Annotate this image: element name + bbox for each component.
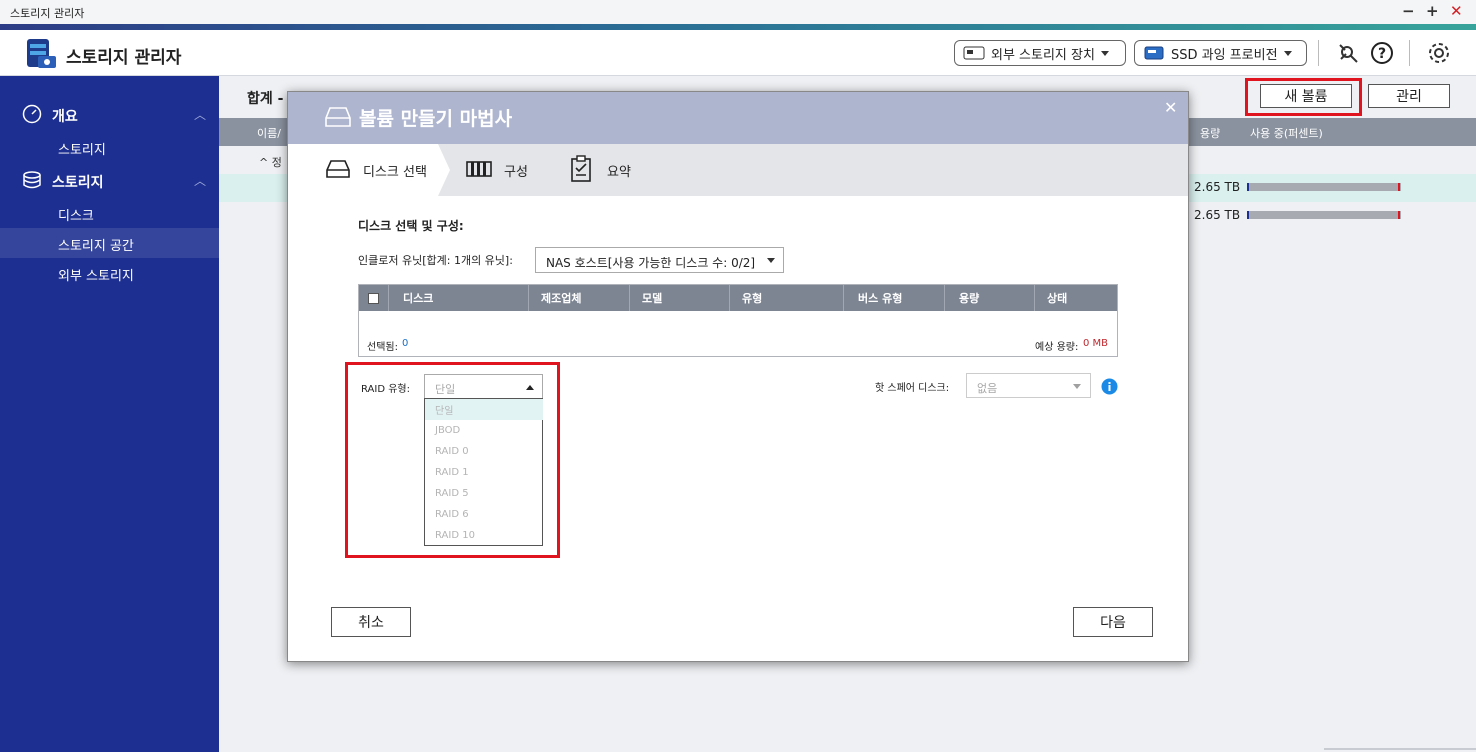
chevron-down-icon [1283, 50, 1292, 56]
col-bus-type[interactable]: 버스 유형 [844, 285, 945, 311]
col-capacity[interactable]: 용량 [945, 285, 1035, 311]
help-icon[interactable]: ? [1370, 41, 1394, 65]
chevron-down-icon [767, 258, 775, 263]
cancel-button[interactable]: 취소 [331, 607, 411, 637]
highlight-box [1245, 78, 1362, 116]
maximize-icon[interactable]: + [1426, 2, 1439, 20]
select-all-checkbox[interactable] [368, 292, 379, 304]
clipboard-icon [571, 155, 591, 182]
sidebar-item-external-storage[interactable]: 외부 스토리지 [58, 265, 134, 284]
usage-marker [1398, 211, 1400, 219]
app-title: 스토리지 관리자 [66, 48, 182, 68]
step-label: 디스크 선택 [363, 165, 427, 180]
sidebar-section-overview[interactable]: 개요 [52, 106, 78, 126]
selected-count: 0 [402, 338, 409, 349]
close-icon[interactable]: ✕ [1164, 98, 1177, 117]
step-label: 구성 [504, 165, 528, 180]
col-model[interactable]: 모델 [630, 285, 730, 311]
chevron-down-icon [1100, 50, 1109, 56]
group-label: 정 [271, 156, 282, 169]
create-volume-wizard: 볼륨 만들기 마법사 ✕ 디스크 선택 구성 요약 디스크 선택 및 구성: 인… [287, 91, 1189, 662]
group-toggle[interactable]: ^ 정 [259, 154, 282, 170]
sidebar: 개요 ︿ 스토리지 스토리지 ︿ 디스크 스토리지 공간 외부 스토리지 [0, 76, 219, 752]
divider [1409, 40, 1410, 66]
wizard-header: 볼륨 만들기 마법사 ✕ [288, 92, 1188, 144]
section-title: 디스크 선택 및 구성: [358, 219, 464, 233]
close-icon[interactable]: ✕ [1450, 2, 1463, 20]
window-title: 스토리지 관리자 [10, 7, 85, 20]
hot-spare-select[interactable]: 없음 [966, 373, 1091, 398]
disk-table-footer: 선택됨: 0 예상 용량: 0 MB [359, 333, 1117, 356]
usage-start [1247, 211, 1249, 219]
disk-table-header: 디스크 제조업체 모델 유형 버스 유형 용량 상태 [359, 285, 1117, 311]
external-drive-icon [963, 46, 985, 60]
enclosure-select[interactable]: NAS 호스트[사용 가능한 디스크 수: 0/2] [535, 247, 784, 273]
sidebar-section-storage[interactable]: 스토리지 [52, 172, 104, 192]
divider [1324, 748, 1476, 750]
ssd-icon [1144, 46, 1164, 60]
svg-text:?: ? [1378, 46, 1386, 62]
step-disk-selection[interactable]: 디스크 선택 [288, 144, 450, 196]
highlight-box [345, 362, 560, 558]
sidebar-item-label: 스토리지 공간 [58, 239, 134, 254]
overview-gauge-icon [22, 104, 42, 124]
next-button[interactable]: 다음 [1073, 607, 1153, 637]
chevron-up-icon[interactable]: ︿ [194, 172, 206, 189]
sidebar-item-storage-space[interactable]: 스토리지 공간 [0, 228, 219, 258]
hot-spare-label: 핫 스페어 디스크: [875, 383, 950, 394]
divider [1318, 40, 1319, 66]
selected-label: 선택됨: [367, 342, 398, 353]
estimated-label: 예상 용량: [1035, 342, 1079, 353]
sidebar-item-storage-overview[interactable]: 스토리지 [58, 139, 106, 158]
wizard-steps: 디스크 선택 구성 요약 [288, 144, 1188, 196]
col-disk[interactable]: 디스크 [389, 285, 529, 311]
database-icon [23, 171, 41, 189]
summary-title: 합계 - [247, 91, 284, 107]
disk-table: 디스크 제조업체 모델 유형 버스 유형 용량 상태 선택됨: 0 예상 용량:… [358, 284, 1118, 357]
app-header: 스토리지 관리자 외부 스토리지 장치 SSD 과잉 프로비전 ? [0, 30, 1476, 76]
ssd-label: SSD 과잉 프로비전 [1171, 47, 1278, 63]
col-capacity: 용량 [1200, 127, 1221, 140]
step-configure[interactable]: 구성 [466, 144, 576, 196]
raid-config-icon [466, 161, 492, 177]
col-name: 이름/ [257, 127, 281, 140]
row-capacity: 2.65 TB [1194, 208, 1241, 222]
chevron-up-icon[interactable]: ︿ [194, 106, 206, 123]
external-storage-dropdown[interactable]: 외부 스토리지 장치 [954, 40, 1126, 66]
hot-spare-value: 없음 [977, 382, 998, 395]
usage-start [1247, 183, 1249, 191]
disk-icon [326, 160, 350, 178]
wizard-title: 볼륨 만들기 마법사 [359, 108, 513, 130]
row-capacity: 2.65 TB [1194, 180, 1241, 194]
col-status[interactable]: 상태 [1035, 285, 1117, 311]
drive-icon [325, 107, 351, 127]
minimize-icon[interactable]: − [1402, 2, 1415, 20]
sidebar-item-disks[interactable]: 디스크 [58, 205, 94, 224]
usage-bar [1247, 183, 1401, 191]
info-icon[interactable] [1101, 378, 1118, 395]
storage-manager-logo-icon [27, 39, 56, 68]
step-label: 요약 [607, 165, 631, 180]
estimated-value: 0 MB [1083, 338, 1109, 349]
select-all-cell [359, 285, 389, 311]
enclosure-label: 인클로저 유닛[합계: 1개의 유닛]: [358, 254, 513, 267]
usage-marker [1398, 183, 1400, 191]
gear-icon[interactable] [1426, 40, 1452, 66]
col-type[interactable]: 유형 [730, 285, 844, 311]
chevron-down-icon [1073, 384, 1081, 389]
step-summary[interactable]: 요약 [570, 144, 680, 196]
diagnostics-icon[interactable] [1337, 42, 1359, 64]
usage-bar [1247, 211, 1401, 219]
enclosure-value: NAS 호스트[사용 가능한 디스크 수: 0/2] [546, 256, 756, 270]
ssd-overprovision-dropdown[interactable]: SSD 과잉 프로비전 [1134, 40, 1307, 66]
external-storage-label: 외부 스토리지 장치 [991, 47, 1095, 63]
col-usage: 사용 중(퍼센트) [1250, 127, 1323, 140]
manage-button[interactable]: 관리 [1368, 84, 1450, 108]
window-titlebar: 스토리지 관리자 − + ✕ [0, 0, 1476, 24]
col-manufacturer[interactable]: 제조업체 [529, 285, 630, 311]
